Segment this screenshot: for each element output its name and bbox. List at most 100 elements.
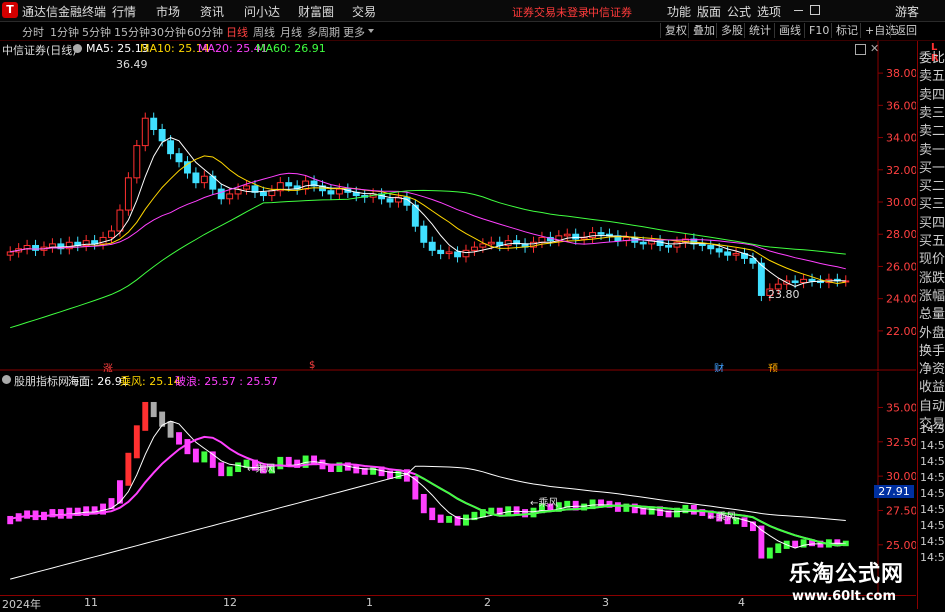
candle-body (217, 188, 225, 200)
tick-time: 14:56 (920, 423, 945, 436)
candle-body (124, 177, 132, 211)
quote-field: 卖三 (919, 105, 945, 121)
candle-body (150, 117, 158, 130)
menu-layout[interactable]: 版面 (697, 3, 721, 20)
period-5min[interactable]: 5分钟 (82, 24, 111, 40)
candle-body (673, 241, 681, 248)
indicator-bar (463, 514, 469, 526)
indicator-bar (133, 425, 140, 459)
candle-body (639, 241, 647, 245)
wave-label: 破浪: 25.57 : 25.57 (175, 375, 278, 388)
indicator-bar (184, 439, 191, 455)
candle-body (285, 182, 293, 187)
login-warning[interactable]: 证券交易未登录 (512, 4, 589, 20)
indicator-bar (66, 507, 73, 519)
ma60-label: MA60: 26.91 (256, 42, 326, 55)
multi-stock-button[interactable]: 多股 (716, 23, 747, 38)
app-logo-icon: T (2, 2, 18, 18)
wind-label: 乘风: 25.14 (120, 375, 181, 388)
quote-field: 卖一 (919, 142, 945, 158)
menu-function[interactable]: 功能 (667, 3, 691, 20)
candle-body (665, 245, 672, 248)
period-30min[interactable]: 30分钟 (150, 24, 186, 40)
mark-button[interactable]: 标记 (831, 23, 862, 38)
quote-field: 买二 (919, 179, 945, 195)
settings-icon[interactable] (73, 44, 82, 53)
chart-annotation: ←乘风 (530, 498, 559, 509)
y-tick-label: 32.50 (886, 436, 916, 449)
tick-time: 14:56 (920, 551, 945, 564)
period-multi[interactable]: 多周期 (307, 24, 340, 40)
indicator-chart[interactable]: 35.00 32.50 30.00 27.50 25.00 (0, 372, 916, 594)
settings-icon[interactable] (2, 375, 11, 384)
tick-time: 14:56 (920, 471, 945, 484)
period-monthly[interactable]: 月线 (280, 24, 302, 40)
candle-body (563, 233, 571, 237)
indicator-bar (192, 448, 199, 463)
quote-field: 买一 (919, 160, 945, 176)
watermark-url: www.60lt.com (792, 589, 897, 604)
candle-body (259, 191, 267, 197)
indicator-bar (513, 506, 520, 515)
x-tick: 12 (223, 596, 237, 609)
user-label[interactable]: 游客 (895, 3, 919, 20)
indicator-bar (285, 456, 292, 466)
period-60min[interactable]: 60分钟 (187, 24, 223, 40)
chevron-down-icon[interactable] (368, 29, 374, 33)
menu-news[interactable]: 资讯 (200, 3, 224, 20)
watermark-title: 乐淘公式网 (789, 562, 905, 587)
indicator-bar (150, 401, 157, 418)
candle-body (192, 172, 200, 184)
kline-chart[interactable]: 38.00 36.00 34.00 32.00 30.00 28.00 26.00 24.00… (0, 41, 916, 371)
menu-trade[interactable]: 交易 (352, 3, 376, 20)
adjust-button[interactable]: 复权 (660, 23, 691, 38)
chart-annotation: ←乘风 (247, 464, 276, 475)
indicator-bar (108, 498, 115, 510)
indicator-bar (614, 502, 621, 512)
quote-field: 卖四 (919, 87, 945, 103)
menu-ask[interactable]: 问小达 (244, 3, 280, 20)
candle-body (572, 233, 580, 240)
candle-body (597, 232, 605, 235)
statistics-button[interactable]: 统计 (744, 23, 775, 38)
overlay-button[interactable]: 叠加 (688, 23, 719, 38)
quote-field: 卖五 (919, 69, 945, 85)
candle-body (445, 251, 453, 255)
period-1min[interactable]: 1分钟 (50, 24, 79, 40)
period-15min[interactable]: 15分钟 (114, 24, 150, 40)
period-intraday[interactable]: 分时 (22, 24, 44, 40)
back-button[interactable]: 返回 (890, 23, 921, 38)
maximize-icon[interactable] (810, 5, 820, 15)
x-tick: 11 (84, 596, 98, 609)
quote-field[interactable]: 自动 (919, 395, 945, 414)
menu-options[interactable]: 选项 (757, 3, 781, 20)
candle-body (732, 253, 740, 256)
quote-field: 总量 (919, 307, 945, 323)
menu-quotes[interactable]: 行情 (112, 3, 136, 20)
tick-time: 14:56 (920, 455, 945, 468)
candle-body (487, 241, 495, 245)
period-more[interactable]: 更多 (343, 24, 365, 40)
current-value-tag: 27.91 (874, 485, 914, 498)
menu-formula[interactable]: 公式 (727, 3, 751, 20)
minimize-icon[interactable] (794, 10, 803, 11)
menu-market[interactable]: 市场 (156, 3, 180, 20)
f10-button[interactable]: F10 (804, 23, 833, 38)
close-icon[interactable]: ✕ (870, 42, 879, 55)
quote-field: 收益 (919, 380, 945, 396)
indicator-bar (142, 401, 149, 431)
draw-button[interactable]: 画线 (774, 23, 805, 38)
event-marker[interactable]: $ (309, 360, 315, 371)
quote-field: 现价 (919, 252, 945, 268)
y-tick-label: 36.00 (886, 99, 916, 112)
candle-body (158, 129, 166, 142)
indicator-bar (218, 462, 225, 477)
expand-icon[interactable] (855, 44, 866, 55)
period-daily[interactable]: 日线 (226, 24, 248, 40)
menu-wealth[interactable]: 财富圈 (298, 3, 334, 20)
indicator-bar (125, 452, 132, 486)
tick-time: 14:56 (920, 535, 945, 548)
quote-field: 买五 (919, 234, 945, 249)
period-weekly[interactable]: 周线 (253, 24, 275, 40)
indicator-bar (429, 507, 436, 521)
